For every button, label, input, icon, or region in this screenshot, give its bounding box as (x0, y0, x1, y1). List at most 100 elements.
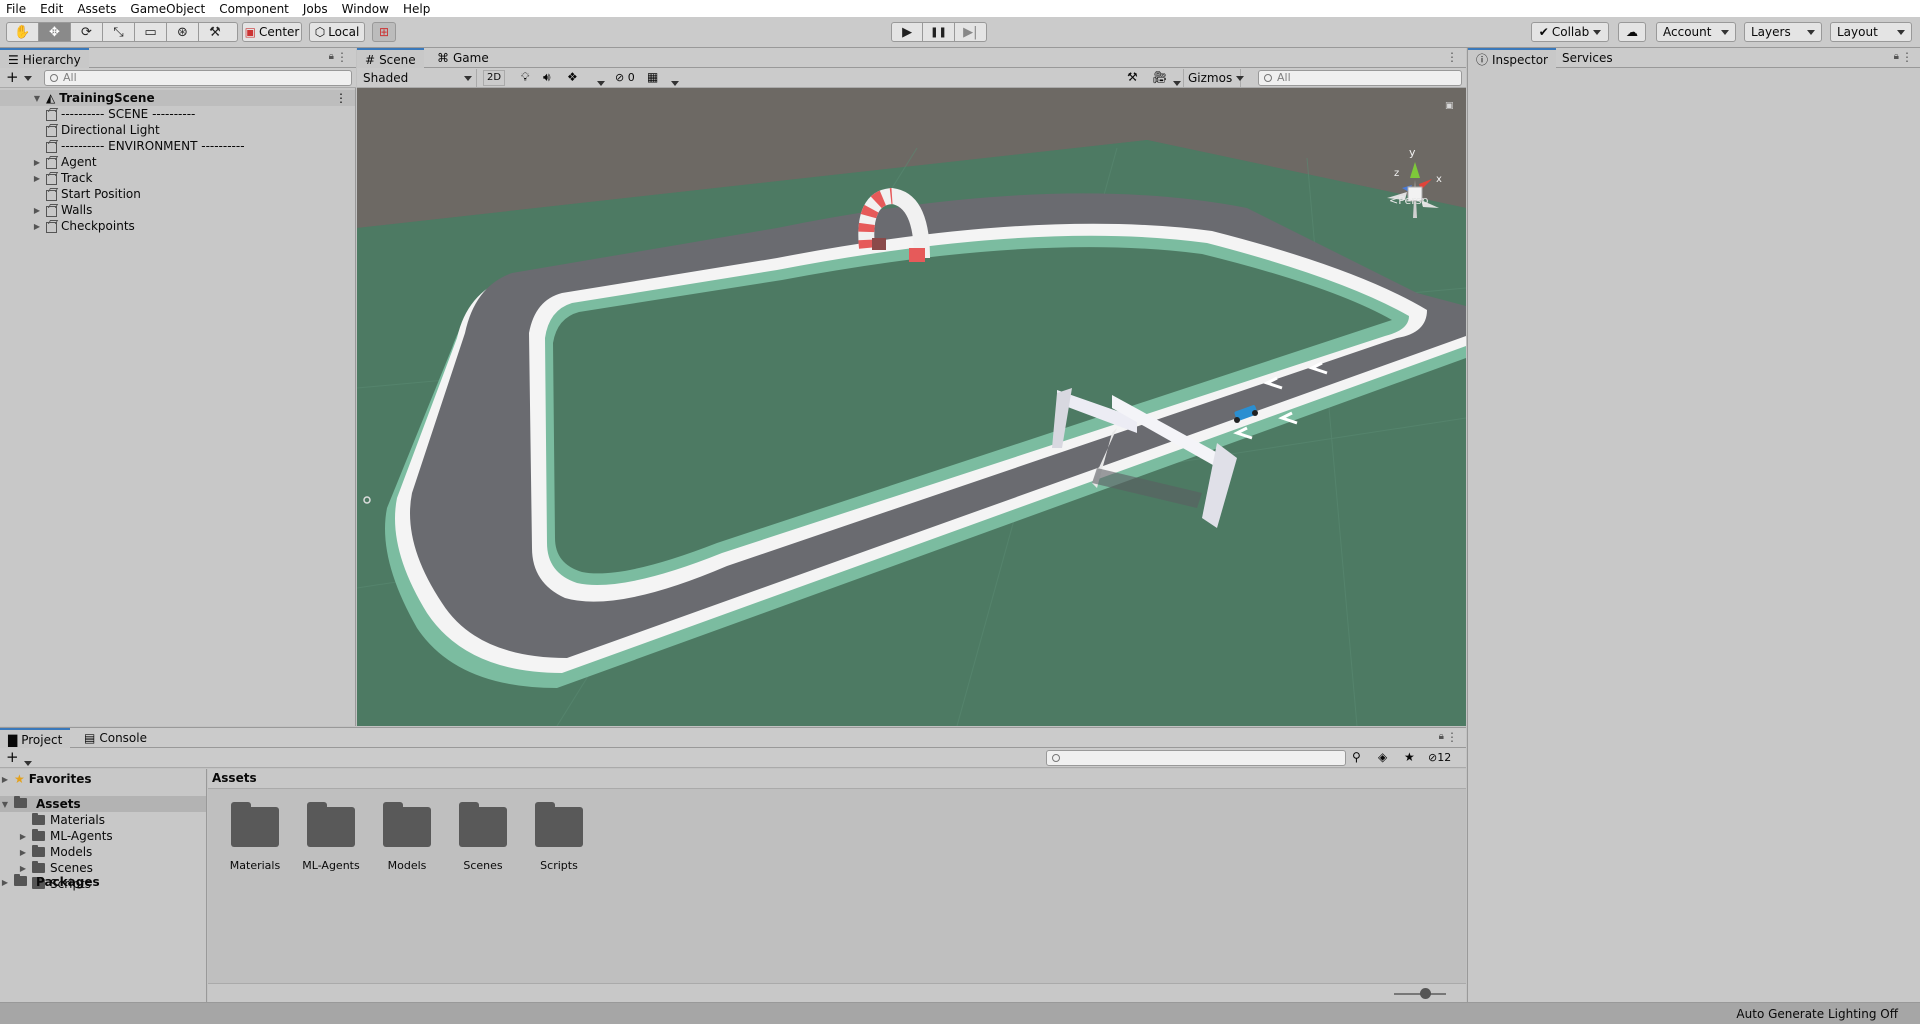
layers-dropdown[interactable]: Layers (1744, 22, 1822, 42)
hierarchy-item[interactable]: ▶ Track (34, 170, 92, 186)
hierarchy-item[interactable]: ---------- SCENE ---------- (46, 106, 195, 122)
chevron-down-icon[interactable] (1169, 75, 1181, 89)
menu-window[interactable]: Window (342, 2, 389, 16)
lock-icon[interactable]: 🔒︎ (1894, 51, 1899, 62)
account-dropdown[interactable]: Account (1656, 22, 1736, 42)
cloud-button[interactable]: ☁ (1618, 22, 1646, 42)
kebab-menu-icon[interactable]: ⋮ (335, 91, 347, 105)
tree-packages[interactable]: ▶ Packages (0, 874, 206, 890)
persp-toggle[interactable]: <Persp (1389, 194, 1428, 207)
lighting-icon[interactable]: 💡︎ (521, 70, 529, 85)
menu-jobs[interactable]: Jobs (303, 2, 328, 16)
kebab-menu-icon[interactable]: ⋮ (336, 50, 348, 64)
breadcrumb-assets[interactable]: Assets (212, 771, 257, 785)
tree-folder[interactable]: ▶ Models (18, 844, 92, 860)
layout-dropdown[interactable]: Layout (1830, 22, 1912, 42)
custom-tool-icon[interactable]: ⚒ (199, 23, 231, 41)
play-icon[interactable]: ▶ (892, 23, 924, 41)
menu-gameobject[interactable]: GameObject (130, 2, 205, 16)
kebab-menu-icon[interactable]: ⋮ (1446, 50, 1458, 64)
status-text[interactable]: Auto Generate Lighting Off (1736, 1007, 1898, 1021)
pivot-space-button[interactable]: ⬡ Local (309, 22, 365, 42)
hidden-objects-toggle[interactable]: ⊘ 0 (615, 71, 635, 84)
kebab-menu-icon[interactable]: ⋮ (1446, 730, 1458, 744)
draw-mode-dropdown[interactable]: Shaded (359, 69, 477, 87)
expand-arrow-icon[interactable]: ▶ (0, 878, 10, 887)
search-by-type-icon[interactable]: ⚲ (1352, 750, 1361, 764)
scene-root[interactable]: ▼ ◭ TrainingScene ⋮ (0, 90, 355, 106)
audio-icon[interactable]: 🔊︎ (543, 70, 551, 85)
tab-game[interactable]: ⌘ Game (429, 48, 497, 68)
hierarchy-item[interactable]: ▶ Walls (34, 202, 92, 218)
hand-tool-icon[interactable]: ✋ (7, 23, 39, 41)
menu-edit[interactable]: Edit (40, 2, 63, 16)
asset-folder[interactable]: Materials (220, 802, 290, 872)
expand-arrow-icon[interactable]: ▶ (32, 174, 42, 183)
chevron-down-icon[interactable] (593, 75, 605, 89)
tab-console[interactable]: ▤ Console (76, 728, 155, 748)
tree-assets[interactable]: ▼ Assets (0, 796, 206, 812)
collab-dropdown[interactable]: ✔ Collab (1531, 22, 1609, 42)
project-search-input[interactable] (1046, 750, 1346, 766)
scale-tool-icon[interactable]: ⤡ (103, 23, 135, 41)
hierarchy-item[interactable]: ▶ Checkpoints (34, 218, 135, 234)
scene-search-input[interactable]: All (1258, 70, 1462, 86)
menu-help[interactable]: Help (403, 2, 430, 16)
asset-folder[interactable]: Scenes (448, 802, 518, 872)
chevron-down-icon[interactable] (20, 755, 32, 769)
move-tool-icon[interactable]: ✥ (39, 23, 71, 41)
asset-folder[interactable]: ML-Agents (296, 802, 366, 872)
effects-icon[interactable]: ❖ (567, 70, 578, 84)
rect-tool-icon[interactable]: ▭ (135, 23, 167, 41)
expand-arrow-icon[interactable]: ▶ (0, 775, 10, 784)
tab-inspector[interactable]: ⓘ Inspector (1468, 48, 1556, 69)
hierarchy-item[interactable]: Start Position (46, 186, 141, 202)
search-by-label-icon[interactable]: ◈ (1378, 750, 1387, 764)
tab-services[interactable]: Services (1554, 48, 1621, 68)
hierarchy-search-input[interactable]: All (44, 70, 352, 86)
pause-icon[interactable]: ❚❚ (923, 23, 955, 41)
tree-folder[interactable]: Materials (18, 812, 105, 828)
tab-hierarchy[interactable]: ☰ Hierarchy (0, 48, 89, 69)
tree-favorites[interactable]: ▶ ★ Favorites (0, 771, 206, 787)
hierarchy-item[interactable]: ---------- ENVIRONMENT ---------- (46, 138, 245, 154)
expand-arrow-icon[interactable]: ▶ (32, 206, 42, 215)
expand-arrow-icon[interactable]: ▶ (18, 864, 28, 873)
chevron-down-icon[interactable] (667, 75, 679, 89)
asset-folder[interactable]: Models (372, 802, 442, 872)
gizmos-dropdown[interactable]: Gizmos (1183, 69, 1245, 87)
grid-toggle-icon[interactable]: ▦ (647, 70, 658, 84)
expand-arrow-icon[interactable]: ▼ (0, 800, 10, 809)
expand-arrow-icon[interactable]: ▼ (32, 94, 42, 103)
camera-icon[interactable]: 🎥︎ (1152, 70, 1167, 84)
tab-project[interactable]: ▇ Project (0, 728, 71, 749)
hierarchy-item[interactable]: ▶ Agent (34, 154, 97, 170)
zoom-slider-thumb[interactable] (1420, 988, 1431, 999)
hierarchy-item[interactable]: Directional Light (46, 122, 160, 138)
expand-arrow-icon[interactable]: ▶ (32, 158, 42, 167)
expand-arrow-icon[interactable]: ▶ (18, 832, 28, 841)
add-object-icon[interactable]: + (6, 68, 19, 86)
step-icon[interactable]: ▶| (955, 23, 986, 41)
lock-icon[interactable]: 🔒︎ (329, 51, 334, 62)
expand-arrow-icon[interactable]: ▶ (32, 222, 42, 231)
create-asset-icon[interactable]: + (6, 748, 19, 766)
chevron-down-icon[interactable] (20, 70, 32, 84)
asset-folder[interactable]: Scripts (524, 802, 594, 872)
menu-component[interactable]: Component (219, 2, 289, 16)
favorite-star-icon[interactable]: ★ (1404, 750, 1415, 764)
menu-file[interactable]: File (6, 2, 26, 16)
rotate-tool-icon[interactable]: ⟳ (71, 23, 103, 41)
menu-assets[interactable]: Assets (77, 2, 116, 16)
tab-scene[interactable]: # Scene (357, 48, 424, 69)
tools-icon[interactable]: ⚒ (1127, 70, 1138, 84)
tree-folder[interactable]: ▶ ML-Agents (18, 828, 113, 844)
scene-viewport[interactable]: y x z ▣ <Persp (357, 88, 1466, 726)
transform-tool-icon[interactable]: ⊛ (167, 23, 199, 41)
expand-arrow-icon[interactable]: ▶ (18, 848, 28, 857)
lock-icon[interactable]: 🔒︎ (1439, 731, 1444, 742)
hidden-packages-toggle[interactable]: ⊘12 (1428, 751, 1451, 764)
gizmo-lock-icon[interactable]: ▣ (1445, 101, 1454, 111)
mode-2d-button[interactable]: 2D (483, 70, 505, 86)
pivot-center-button[interactable]: ▣ Center (242, 22, 302, 42)
